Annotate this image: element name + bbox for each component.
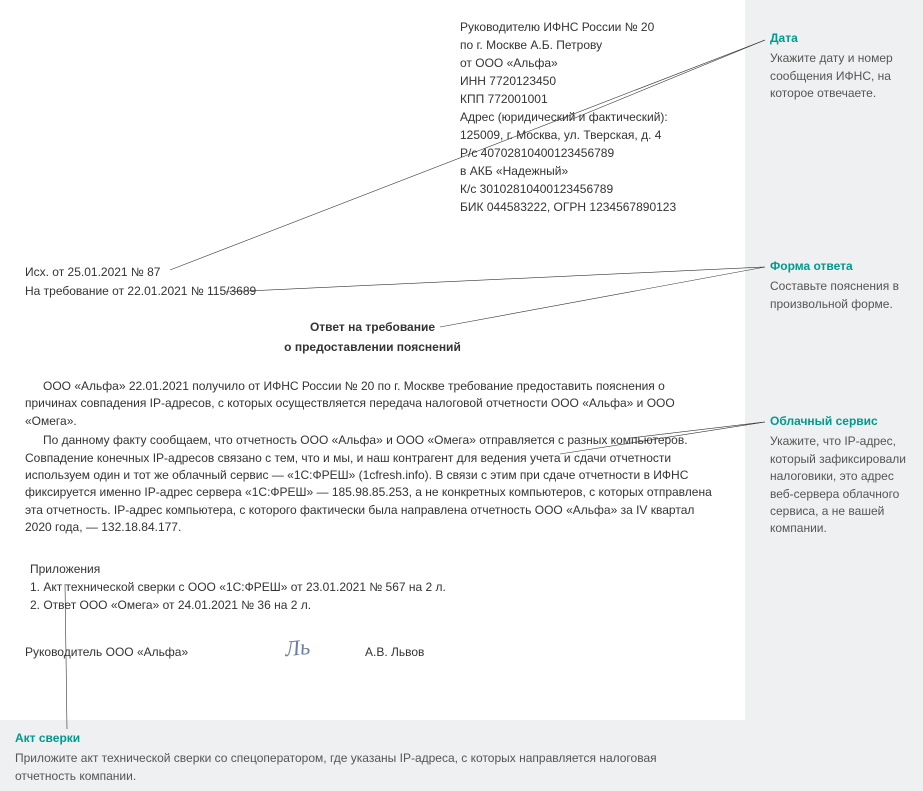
addr-line: Руководителю ИФНС России № 20 <box>460 18 730 36</box>
addr-line: Р/с 40702810400123456789 <box>460 144 730 162</box>
annotation-title: Облачный сервис <box>770 413 915 430</box>
body-text: ООО «Альфа» 22.01.2021 получило от ИФНС … <box>25 378 720 539</box>
addr-line: по г. Москве А.Б. Петрову <box>460 36 730 54</box>
annotation-text: Укажите, что IP-адрес, который зафиксиро… <box>770 433 915 537</box>
addr-line: ИНН 7720123450 <box>460 72 730 90</box>
signature-mark-icon: Ль <box>284 634 312 662</box>
signatory-role: Руководитель ООО «Альфа» <box>25 645 188 659</box>
addr-line: КПП 772001001 <box>460 90 730 108</box>
doc-title-line2: о предоставлении пояснений <box>0 340 745 354</box>
addr-line: 125009, г. Москва, ул. Тверская, д. 4 <box>460 126 730 144</box>
annotation-text: Приложите акт технической сверки со спец… <box>15 750 715 785</box>
body-paragraph-1: ООО «Альфа» 22.01.2021 получило от ИФНС … <box>25 378 720 430</box>
addr-line: от ООО «Альфа» <box>460 54 730 72</box>
outgoing-number: Исх. от 25.01.2021 № 87 <box>25 265 160 279</box>
annotation-text: Составьте пояснения в произвольной форме… <box>770 278 915 313</box>
doc-title-line1: Ответ на требование <box>0 320 745 334</box>
reference-number: На требование от 22.01.2021 № 115/3689 <box>25 284 256 298</box>
annotation-title: Акт сверки <box>15 730 715 747</box>
attachments-title: Приложения <box>30 560 446 578</box>
addr-line: БИК 044583222, ОГРН 1234567890123 <box>460 198 730 216</box>
annotation-title: Дата <box>770 30 915 47</box>
addr-line: Адрес (юридический и фактический): <box>460 108 730 126</box>
annotation-title: Форма ответа <box>770 258 915 275</box>
addr-line: К/с 30102810400123456789 <box>460 180 730 198</box>
attachment-item: 1. Акт технической сверки с ООО «1С:ФРЕШ… <box>30 578 446 596</box>
annotation-form: Форма ответа Составьте пояснения в произ… <box>770 258 915 313</box>
addr-line: в АКБ «Надежный» <box>460 162 730 180</box>
signature-row: Руководитель ООО «Альфа» Ль А.В. Львов <box>25 645 720 659</box>
annotation-text: Укажите дату и номер сообщения ИФНС, на … <box>770 50 915 102</box>
document-canvas: Руководителю ИФНС России № 20 по г. Моск… <box>0 0 923 791</box>
recipient-address-block: Руководителю ИФНС России № 20 по г. Моск… <box>460 18 730 216</box>
annotation-date: Дата Укажите дату и номер сообщения ИФНС… <box>770 30 915 103</box>
signatory-name: А.В. Львов <box>365 645 424 659</box>
annotation-akt: Акт сверки Приложите акт технической све… <box>15 730 715 785</box>
attachment-item: 2. Ответ ООО «Омега» от 24.01.2021 № 36 … <box>30 596 446 614</box>
body-paragraph-2: По данному факту сообщаем, что отчетност… <box>25 432 720 536</box>
paper-sheet: Руководителю ИФНС России № 20 по г. Моск… <box>0 0 745 720</box>
annotation-cloud: Облачный сервис Укажите, что IP-адрес, к… <box>770 413 915 538</box>
attachments-block: Приложения 1. Акт технической сверки с О… <box>30 560 446 614</box>
